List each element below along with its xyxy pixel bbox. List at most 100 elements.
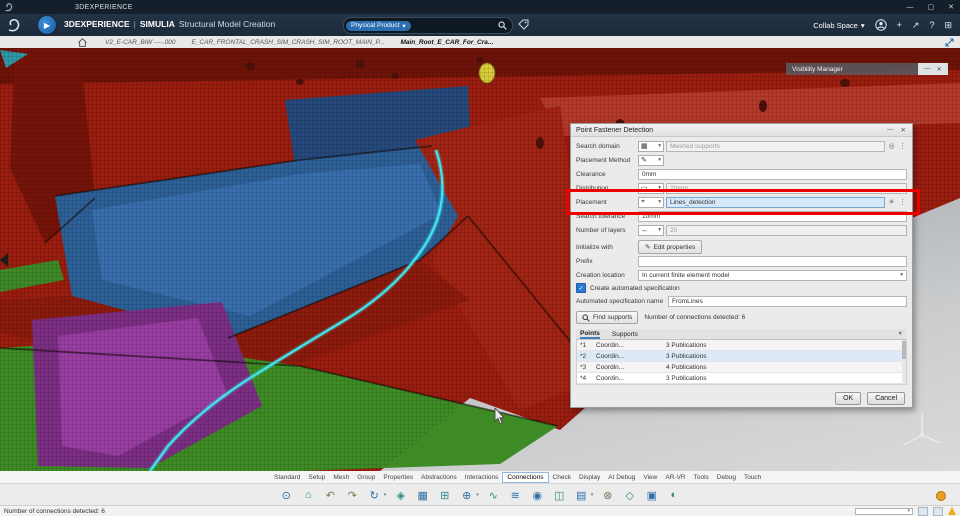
ribbon-tab-display[interactable]: Display (575, 473, 604, 482)
distribution-field[interactable]: 20mm (666, 182, 907, 194)
status-tool-icon[interactable] (918, 506, 928, 516)
clearance-field[interactable]: 0mm (638, 168, 907, 180)
table-row[interactable]: *1 Coordin... 3 Publications (577, 340, 906, 351)
dialog-minimize-icon[interactable]: — (887, 126, 894, 134)
maximize-button[interactable]: ▢ (928, 3, 935, 11)
collab-space-selector[interactable]: Collab Space ▾ (813, 21, 864, 30)
number-of-layers-field[interactable]: 20 (666, 224, 907, 236)
document-tab-active[interactable]: Main_Root_E_CAR_For_Cra... (392, 39, 501, 46)
ribbon-tab-group[interactable]: Group (353, 473, 379, 482)
document-tab[interactable]: E_CAR_FRONTAL_CRASH_SIM_CRASH_SIM_ROOT_M… (183, 39, 392, 46)
search-input[interactable] (411, 18, 498, 33)
prefix-field[interactable] (638, 255, 907, 267)
cancel-button[interactable]: Cancel (867, 392, 905, 405)
scrollbar-thumb[interactable] (902, 341, 906, 359)
ribbon-tab-setup[interactable]: Setup (304, 473, 329, 482)
tag-icon[interactable] (518, 19, 529, 30)
ribbon-tab-abstractions[interactable]: Abstractions (417, 473, 461, 482)
chevron-down-icon[interactable]: ▾ (384, 492, 387, 498)
spot-weld-icon[interactable]: ◉ (530, 488, 545, 503)
status-dropdown[interactable]: ▾ (855, 507, 913, 515)
table-row[interactable]: *2 Coordin... 3 Publications (577, 351, 906, 362)
global-search[interactable]: Physical Product ▾ (343, 17, 513, 34)
kebab-menu-icon[interactable]: ⋮ (898, 142, 907, 150)
edit-properties-button[interactable]: ✎ Edit properties (638, 240, 703, 254)
user-avatar-icon[interactable] (874, 19, 887, 31)
search-scope-selector[interactable]: Physical Product ▾ (346, 20, 411, 31)
tab-points[interactable]: Points (580, 330, 600, 339)
distribution-dropdown[interactable]: ▭ ▾ (638, 182, 664, 194)
apps-grid-icon[interactable]: ⊞ (944, 20, 952, 31)
automated-spec-name-field[interactable]: FromLines (668, 295, 907, 307)
ribbon-tab-ai-debug[interactable]: AI Debug (604, 473, 639, 482)
placement-dropdown[interactable]: ⌖ ▾ (638, 196, 664, 208)
ribbon-tab-ar-vr[interactable]: AR-VR (661, 473, 689, 482)
point-fastener-icon[interactable]: ⊕ (459, 488, 474, 503)
dialog-close-icon[interactable]: ✕ (901, 126, 906, 134)
minimize-icon[interactable]: — (924, 66, 930, 72)
grid-icon[interactable]: ⊞ (437, 488, 452, 503)
minimize-button[interactable]: — (907, 4, 914, 11)
zoom-icon[interactable]: ⊙ (279, 488, 294, 503)
filter-icon[interactable]: ▼ (898, 331, 903, 337)
layers-mode-dropdown[interactable]: ↔ ▾ (638, 224, 664, 236)
close-button[interactable]: ✕ (948, 3, 954, 11)
point-fastener-detection-dialog[interactable]: Point Fastener Detection — ✕ Search doma… (570, 123, 913, 408)
ribbon-tab-check[interactable]: Check (549, 473, 575, 482)
warning-icon[interactable] (948, 507, 956, 515)
search-icon[interactable] (498, 21, 507, 30)
redo-icon[interactable]: ↷ (345, 488, 360, 503)
seam-weld-icon[interactable]: ≋ (508, 488, 523, 503)
diamond-icon[interactable]: ◇ (622, 488, 637, 503)
measure-icon[interactable]: ◈ (393, 488, 408, 503)
exclude-icon[interactable]: ⊗ (600, 488, 615, 503)
table-row[interactable]: *4 Coordin... 3 Publications (577, 373, 906, 384)
gear-icon[interactable]: ✳ (887, 198, 896, 206)
tree-expander-arrow[interactable] (0, 253, 8, 267)
visibility-manager-panel[interactable]: Visibility Manager — ✕ (786, 63, 948, 75)
panel-icon[interactable]: ▣ (644, 488, 659, 503)
search-domain-type-dropdown[interactable]: ▦ ▾ (638, 140, 664, 152)
ribbon-tab-touch[interactable]: Touch (740, 473, 765, 482)
notification-dot-icon[interactable] (936, 491, 946, 501)
close-icon[interactable]: ✕ (937, 66, 942, 73)
ribbon-tab-view[interactable]: View (639, 473, 661, 482)
section-icon[interactable]: ▤ (574, 488, 589, 503)
chevron-down-icon[interactable]: ▾ (591, 492, 594, 498)
placement-method-dropdown[interactable]: ✎ ▾ (638, 154, 664, 166)
table-row[interactable]: *3 Coordin... 4 Publications (577, 362, 906, 373)
curve-fastener-icon[interactable]: ∿ (486, 488, 501, 503)
home-icon[interactable] (78, 37, 87, 47)
search-tolerance-field[interactable]: 10mm (638, 210, 907, 222)
tab-supports[interactable]: Supports (612, 331, 638, 338)
kebab-menu-icon[interactable]: ⋮ (898, 198, 907, 206)
ribbon-tab-connections[interactable]: Connections (502, 471, 549, 483)
expand-tabs-icon[interactable] (945, 38, 954, 47)
create-automated-specification-checkbox[interactable]: ✓ (576, 283, 586, 293)
creation-location-select[interactable]: In current finite element model ▾ (638, 269, 907, 281)
sphere-icon[interactable]: ◐ (666, 488, 681, 503)
fit-all-icon[interactable]: ⌂ (301, 488, 316, 503)
ok-button[interactable]: OK (835, 392, 862, 405)
ribbon-tab-mesh[interactable]: Mesh (329, 473, 353, 482)
3dexperience-compass-icon[interactable]: ▶ (38, 16, 56, 34)
find-supports-button[interactable]: Find supports (576, 311, 639, 324)
mesh-part-icon[interactable]: ▦ (415, 488, 430, 503)
status-tool-icon[interactable] (933, 506, 943, 516)
undo-icon[interactable]: ↶ (323, 488, 338, 503)
ribbon-tab-tools[interactable]: Tools (690, 473, 713, 482)
placement-field[interactable]: Lines_detection (666, 196, 885, 208)
ribbon-tab-properties[interactable]: Properties (379, 473, 417, 482)
table-scrollbar[interactable] (902, 340, 906, 384)
add-icon[interactable]: + (897, 20, 902, 30)
chevron-down-icon[interactable]: ▾ (476, 492, 479, 498)
ribbon-tab-interactions[interactable]: Interactions (461, 473, 503, 482)
document-tab[interactable]: V2_E-CAR_BiW ----.000 (97, 39, 183, 46)
share-icon[interactable]: ↗ (912, 20, 920, 31)
update-icon[interactable]: ↻ (367, 488, 382, 503)
help-icon[interactable]: ? (929, 20, 934, 30)
search-domain-field[interactable]: Meshed supports (666, 140, 885, 152)
ribbon-tab-debug[interactable]: Debug (713, 473, 740, 482)
selection-scope-icon[interactable]: ◎ (887, 142, 896, 150)
connection-pair-icon[interactable]: ◫ (552, 488, 567, 503)
